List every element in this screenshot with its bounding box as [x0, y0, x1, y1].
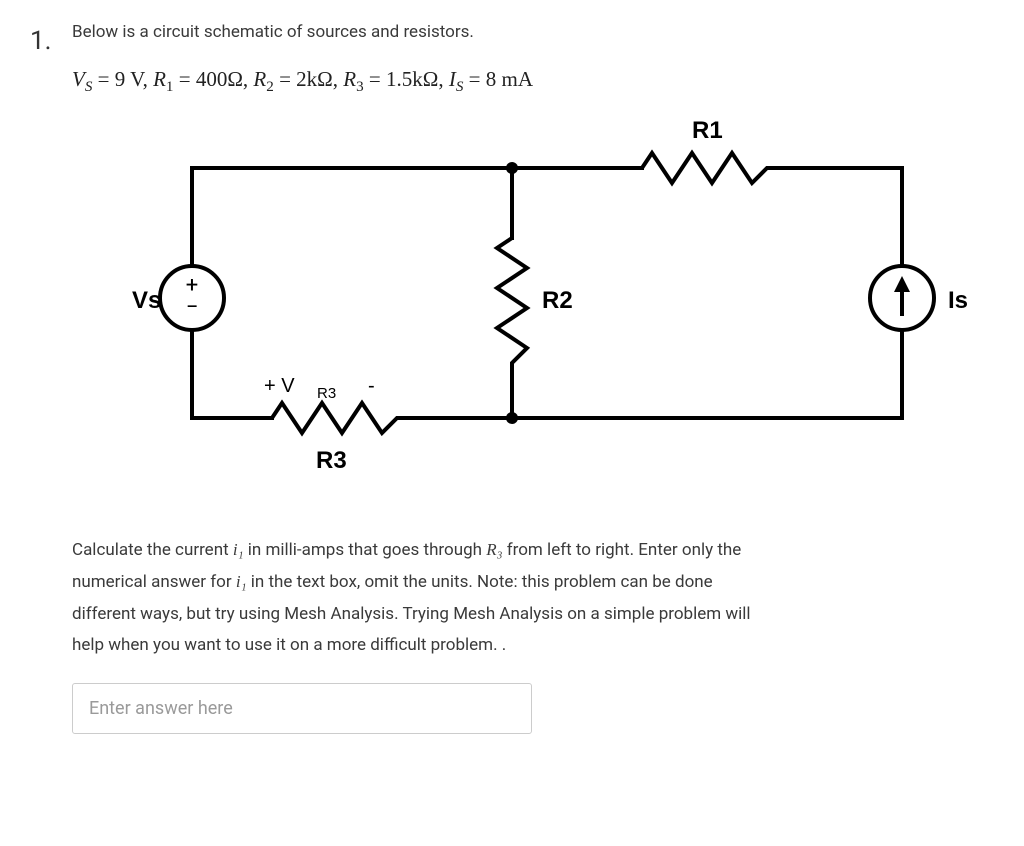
question-description: Calculate the current i₁ in milli-amps t… [72, 537, 994, 659]
label-r2: R2 [542, 287, 573, 314]
svg-text:R3: R3 [317, 385, 336, 402]
given-parameters: VS = 9 V, R1 = 400Ω, R2 = 2kΩ, R3 = 1.5k… [72, 64, 994, 99]
voltage-source-vs: + − Vs [132, 266, 224, 330]
label-r1: R1 [692, 117, 723, 144]
svg-text:-: - [368, 375, 375, 397]
svg-text:Vs: Vs [132, 287, 161, 314]
intro-text: Below is a circuit schematic of sources … [72, 20, 994, 46]
v-r3-annotation: + V R3 - [264, 375, 375, 402]
question-number: 1. [30, 20, 72, 734]
svg-text:−: − [186, 295, 199, 320]
current-source-is: Is [870, 266, 968, 330]
svg-text:Is: Is [948, 287, 968, 314]
label-r3: R3 [316, 447, 347, 474]
answer-input[interactable] [72, 683, 532, 734]
circuit-schematic: + − Vs Is R1 R2 R3 + V [72, 108, 994, 517]
svg-text:+ V: + V [264, 375, 295, 397]
